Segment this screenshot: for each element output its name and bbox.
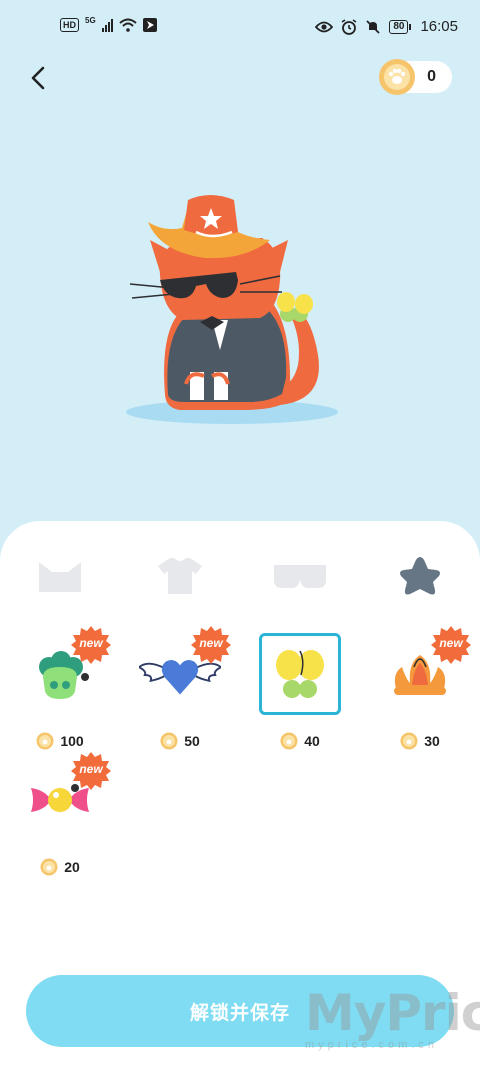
new-badge: new bbox=[71, 751, 111, 791]
tab-glasses[interactable] bbox=[270, 551, 330, 601]
item-card[interactable]: new 30 bbox=[379, 626, 479, 750]
item-price: 20 bbox=[19, 856, 101, 878]
alarm-icon bbox=[341, 18, 357, 35]
status-right: 80 16:05 bbox=[315, 18, 458, 35]
status-time: 16:05 bbox=[420, 18, 458, 35]
item-tile-selected[interactable] bbox=[259, 633, 341, 715]
tab-accessories[interactable] bbox=[390, 551, 450, 601]
new-badge-label: new bbox=[199, 636, 223, 650]
item-price: 40 bbox=[259, 730, 341, 752]
coin-icon bbox=[36, 732, 54, 750]
coin-icon bbox=[280, 732, 298, 750]
item-card[interactable]: new 100 bbox=[19, 626, 119, 750]
chevron-left-icon bbox=[31, 66, 45, 90]
item-price-value: 100 bbox=[60, 733, 84, 749]
item-price-value: 20 bbox=[64, 859, 80, 875]
battery-icon: 80 bbox=[389, 19, 412, 34]
eye-icon bbox=[315, 21, 334, 32]
tab-ears[interactable] bbox=[30, 551, 90, 601]
network-type: 5G bbox=[85, 15, 96, 25]
item-price-value: 50 bbox=[184, 733, 200, 749]
mute-bell-icon bbox=[366, 19, 380, 34]
shop-panel: new 100 new 50 40 new 30 new 20 解锁并保存 bbox=[0, 521, 480, 1067]
coin-icon bbox=[40, 858, 58, 876]
item-card[interactable]: new 20 bbox=[19, 752, 119, 876]
item-price: 50 bbox=[139, 730, 221, 752]
item-card[interactable]: 40 bbox=[259, 633, 359, 750]
new-badge-label: new bbox=[439, 636, 463, 650]
unlock-save-button[interactable]: 解锁并保存 bbox=[26, 975, 454, 1047]
coin-count: 0 bbox=[427, 68, 436, 85]
glasses-icon bbox=[274, 565, 326, 588]
new-badge-label: new bbox=[79, 636, 103, 650]
star-icon bbox=[400, 557, 440, 595]
new-badge: new bbox=[191, 625, 231, 665]
paw-coin-icon bbox=[379, 59, 415, 95]
item-price: 30 bbox=[379, 730, 461, 752]
category-tabs bbox=[0, 551, 480, 601]
coin-icon bbox=[160, 732, 178, 750]
new-badge-label: new bbox=[79, 762, 103, 776]
yellow-bow-icon bbox=[276, 650, 324, 698]
item-card[interactable]: new 50 bbox=[139, 626, 239, 750]
tshirt-icon bbox=[158, 558, 202, 594]
new-badge: new bbox=[431, 625, 471, 665]
back-button[interactable] bbox=[22, 60, 54, 96]
item-price: 100 bbox=[19, 730, 101, 752]
tab-clothes[interactable] bbox=[150, 551, 210, 601]
status-bar: HD 5G 80 16:05 bbox=[0, 0, 480, 58]
coin-balance[interactable]: 0 bbox=[379, 59, 452, 95]
new-badge: new bbox=[71, 625, 111, 665]
wifi-icon bbox=[119, 18, 137, 32]
signal-icon bbox=[101, 18, 113, 32]
coin-icon bbox=[400, 732, 418, 750]
hd-badge: HD bbox=[60, 18, 79, 32]
cat-avatar bbox=[126, 195, 338, 424]
status-left: HD 5G bbox=[60, 15, 157, 32]
item-price-value: 30 bbox=[424, 733, 440, 749]
item-price-value: 40 bbox=[304, 733, 320, 749]
nav-arrow-icon bbox=[142, 18, 157, 32]
cat-ears-icon bbox=[39, 562, 81, 592]
